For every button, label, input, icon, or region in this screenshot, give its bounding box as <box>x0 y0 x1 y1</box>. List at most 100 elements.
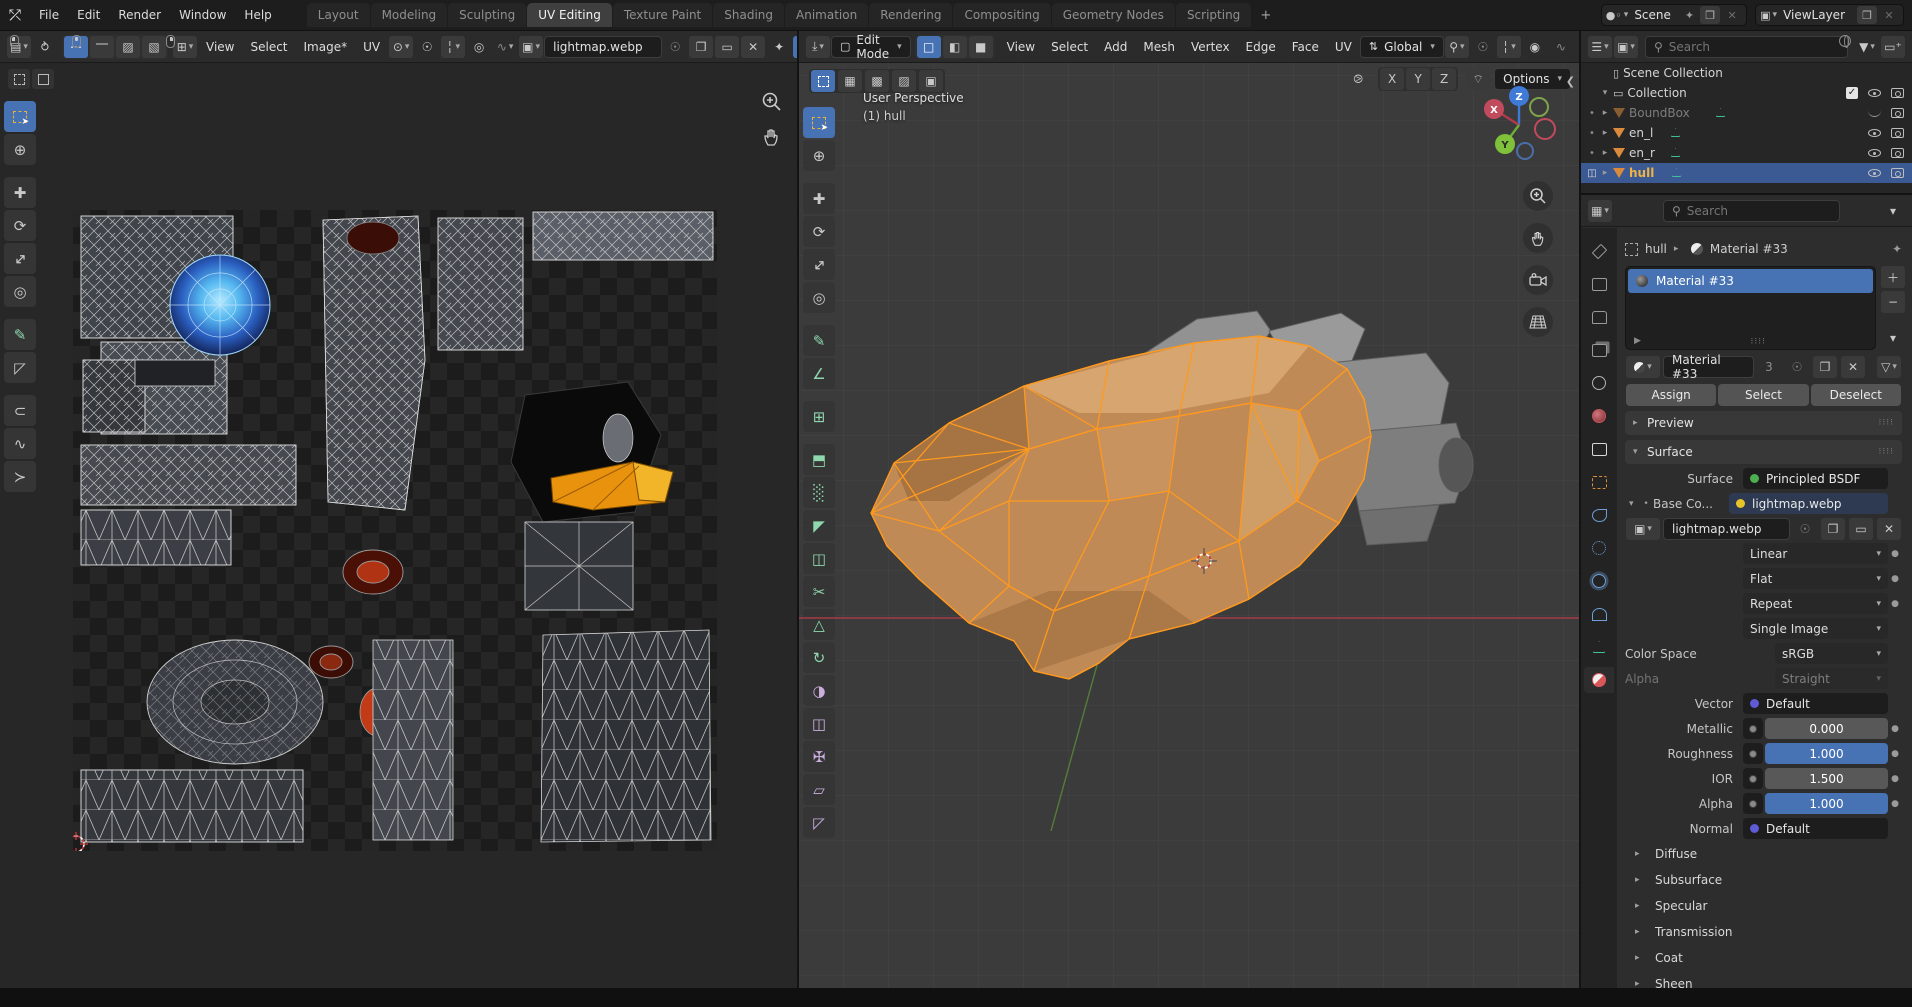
tool-rip-region[interactable]: ◸ <box>4 352 36 383</box>
breadcrumb-object[interactable]: hull <box>1645 242 1667 256</box>
uv-proportional-editing-icon[interactable]: ◎ <box>467 36 491 58</box>
zoom-icon[interactable] <box>1523 181 1553 211</box>
properties-search-input[interactable] <box>1687 204 1831 218</box>
material-name-field[interactable]: Material #33 <box>1663 356 1754 378</box>
workspace-tab-shading[interactable]: Shading <box>713 3 784 27</box>
keyframe-dot-icon[interactable]: ● <box>1888 749 1902 759</box>
tool-move[interactable]: ✚ <box>4 177 36 208</box>
workspace-tab-texture-paint[interactable]: Texture Paint <box>613 3 712 27</box>
unlink-image-icon[interactable]: ✕ <box>741 36 765 58</box>
tab-modifiers[interactable] <box>1584 502 1614 528</box>
tool-rotate[interactable]: ⟳ <box>4 210 36 241</box>
delete-scene-button[interactable]: ✕ <box>1722 6 1742 24</box>
workspace-tab-modeling[interactable]: Modeling <box>371 3 448 27</box>
select-button[interactable]: Select <box>1718 384 1808 406</box>
uv-select-face-button[interactable]: ▨ <box>116 36 140 58</box>
outliner-row-collection[interactable]: ▾ ▭ Collection ✓ <box>1581 83 1912 103</box>
breadcrumb-material[interactable]: Material #33 <box>1710 242 1788 256</box>
surface-panel-header[interactable]: ▾ Surface ⁝⁝⁝⁝ <box>1625 440 1902 464</box>
uv-snap-target-dropdown[interactable]: ╎▾ <box>441 36 465 58</box>
ior-socket-icon[interactable] <box>1743 768 1763 789</box>
camera-visibility-icon[interactable] <box>1891 88 1904 98</box>
deselect-button[interactable]: Deselect <box>1811 384 1901 406</box>
workspace-tab-animation[interactable]: Animation <box>785 3 868 27</box>
expand-icon[interactable]: ▸ <box>1597 108 1613 118</box>
outliner-filter-mode-dropdown[interactable]: ▣▾ <box>1614 36 1638 58</box>
unlink-image-button[interactable]: ✕ <box>1877 518 1901 540</box>
image-browse-dropdown[interactable]: ▣▾ <box>519 36 543 58</box>
uv-zoom-icon[interactable] <box>761 91 783 117</box>
eye-icon[interactable] <box>1868 169 1881 177</box>
outliner-search[interactable]: ⚲ <box>1645 36 1848 58</box>
tab-tool[interactable] <box>1584 238 1614 264</box>
tab-collection[interactable] <box>1584 436 1614 462</box>
tool-select-box[interactable] <box>4 101 36 132</box>
uv-falloff-dropdown[interactable]: ∿▾ <box>493 36 517 58</box>
alpha-socket-icon[interactable] <box>1743 793 1763 814</box>
mesh-scene[interactable] <box>799 31 1581 988</box>
panel-specular[interactable]: ▸Specular <box>1625 893 1902 919</box>
camera-view-icon[interactable] <box>1523 265 1553 295</box>
open-image-folder-icon[interactable]: ▭ <box>715 36 739 58</box>
uv-select-island-button[interactable]: ▧ <box>142 36 166 58</box>
alpha-slider[interactable]: 1.000 <box>1765 793 1888 814</box>
tool-relax[interactable]: ∿ <box>4 428 36 459</box>
menu-edit[interactable]: Edit <box>68 4 109 26</box>
eye-closed-icon[interactable] <box>1868 110 1881 117</box>
workspace-tab-scripting[interactable]: Scripting <box>1176 3 1251 27</box>
remove-slot-button[interactable]: − <box>1881 291 1905 313</box>
scene-selector[interactable]: ●◦ ▾ Scene ✦ ❐ ✕ <box>1601 4 1747 26</box>
properties-search[interactable]: ⚲ <box>1663 200 1840 222</box>
sidebar-collapse-arrow[interactable]: ❮ <box>1566 75 1575 88</box>
panel-diffuse[interactable]: ▸Diffuse <box>1625 841 1902 867</box>
ior-slider[interactable]: 1.500 <box>1765 768 1888 789</box>
base-color-value-button[interactable]: lightmap.webp <box>1729 493 1888 514</box>
surface-shader-button[interactable]: Principled BSDF <box>1743 468 1888 489</box>
workspace-tab-layout[interactable]: Layout <box>307 3 370 27</box>
panel-sheen[interactable]: ▸Sheen <box>1625 971 1902 988</box>
duplicate-material-button[interactable]: ❐ <box>1813 356 1837 378</box>
blender-logo-icon[interactable]: ⤱ <box>0 2 30 28</box>
material-slot-list[interactable]: Material #33 ▶ ⁝⁝⁝⁝ <box>1625 266 1876 350</box>
camera-visibility-icon[interactable] <box>1891 168 1904 178</box>
keyframe-dot-icon[interactable]: ● <box>1888 799 1902 809</box>
uv-select-edge-button[interactable]: ⎻ <box>90 36 114 58</box>
menu-render[interactable]: Render <box>109 4 170 26</box>
workspace-tab-rendering[interactable]: Rendering <box>869 3 952 27</box>
tab-physics[interactable] <box>1584 568 1614 594</box>
tab-material[interactable] <box>1584 667 1614 693</box>
keyframe-dot-icon[interactable]: ● <box>1888 574 1902 584</box>
pin-icon[interactable]: ✦ <box>767 36 791 58</box>
normal-value-button[interactable]: Default <box>1743 818 1888 839</box>
pin-icon[interactable]: ✦ <box>1892 242 1902 256</box>
workspace-tab-uv-editing[interactable]: UV Editing <box>527 3 612 27</box>
uv-select-mode-extend-button[interactable] <box>32 69 54 89</box>
outliner-row-en-r[interactable]: •▸ en_r <box>1581 143 1912 163</box>
menu-window[interactable]: Window <box>170 4 235 26</box>
tool-transform[interactable]: ◎ <box>4 276 36 307</box>
uv-menu-uv[interactable]: UV <box>355 36 388 58</box>
keyframe-dot-icon[interactable]: ● <box>1888 774 1902 784</box>
roughness-socket-icon[interactable] <box>1743 743 1763 764</box>
camera-visibility-icon[interactable] <box>1891 128 1904 138</box>
unlink-material-button[interactable]: ✕ <box>1841 356 1865 378</box>
camera-visibility-icon[interactable] <box>1891 148 1904 158</box>
outliner-row-en-l[interactable]: •▸ en_l <box>1581 123 1912 143</box>
duplicate-image-icon[interactable]: ❐ <box>689 36 713 58</box>
tool-pinch[interactable]: ≻ <box>4 461 36 492</box>
slot-specials-icon[interactable]: ▶ <box>1634 336 1641 346</box>
new-view-layer-button[interactable]: ❐ <box>1857 6 1877 24</box>
tab-output[interactable] <box>1584 304 1614 330</box>
uv-sticky-selection-dropdown[interactable]: ⊞▾ <box>173 36 197 58</box>
outliner-row-boundbox[interactable]: •▸ BoundBox <box>1581 103 1912 123</box>
material-nodes-dropdown[interactable]: ▽▾ <box>1877 356 1901 378</box>
uv-menu-image[interactable]: Image* <box>296 36 356 58</box>
tab-view-layer[interactable] <box>1584 337 1614 363</box>
menu-help[interactable]: Help <box>235 4 280 26</box>
collapse-icon[interactable]: ▾ <box>1629 499 1639 509</box>
fake-user-shield-icon[interactable]: ☉ <box>663 36 687 58</box>
resize-grip-icon[interactable]: ⁝⁝⁝⁝ <box>1751 337 1766 347</box>
orthographic-grid-icon[interactable] <box>1523 307 1553 337</box>
tab-world[interactable] <box>1584 403 1614 429</box>
panel-grip-icon[interactable]: ⁝⁝⁝⁝ <box>1879 447 1894 457</box>
